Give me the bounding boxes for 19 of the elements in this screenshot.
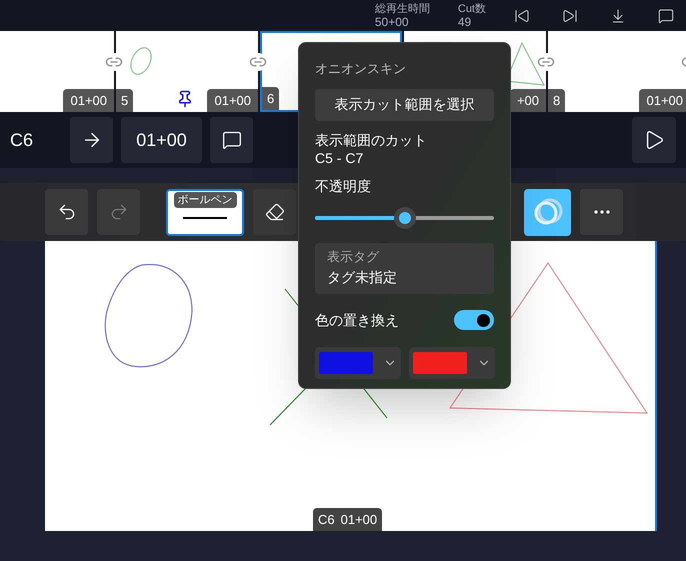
- stat-value: 50+00: [374, 16, 410, 28]
- duration-badge: 01+00: [639, 88, 686, 112]
- opacity-label: 不透明度: [315, 176, 372, 196]
- canvas-cut-label: C6: [318, 510, 335, 528]
- cut-number: 8: [548, 88, 566, 112]
- canvas-duration-label: 01+00: [340, 510, 378, 528]
- duration-badge: 01+00: [63, 88, 114, 112]
- stat-value: 49: [458, 16, 472, 28]
- popup-title: オニオンスキン: [315, 60, 407, 78]
- range-value: C5 - C7: [315, 148, 364, 166]
- cut-number: 5: [116, 88, 134, 112]
- stat-label: 総再生時間: [374, 2, 430, 16]
- range-label: 表示範囲のカット: [315, 130, 428, 148]
- cut-name: C6: [10, 128, 34, 152]
- replace-color-label: 色の置き換え: [315, 310, 399, 330]
- cut-number: 6: [262, 86, 280, 110]
- duration-badge: 01+00: [207, 88, 258, 112]
- duration-badge: +00: [510, 88, 546, 112]
- stat-label: Cut数: [458, 2, 486, 16]
